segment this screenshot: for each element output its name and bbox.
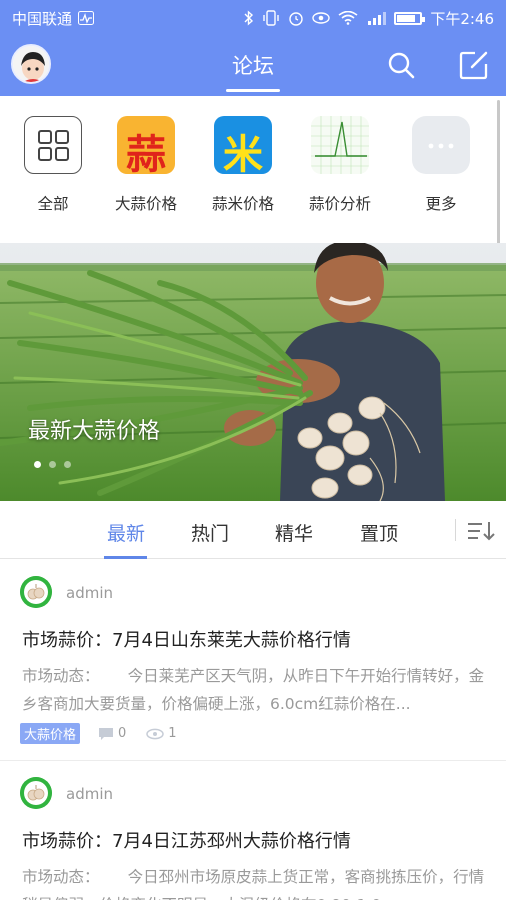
post-excerpt: 市场动态： 今日邳州市场原皮蒜上货正常，客商挑拣压价，行情稍显偏弱，价格变化不明… <box>22 868 485 900</box>
post-title[interactable]: 市场蒜价：7月4日江苏邳州大蒜价格行情 <box>22 827 351 853</box>
activity-icon <box>78 11 95 25</box>
tab-featured[interactable]: 精华 <box>264 519 324 546</box>
author-name[interactable]: admin <box>66 785 113 803</box>
tab-pinned[interactable]: 置顶 <box>349 519 409 546</box>
header-title-underline <box>226 89 280 92</box>
garlic-avatar-icon <box>20 777 52 809</box>
post-item[interactable]: admin 市场蒜价：7月4日山东莱芜大蒜价格行情 市场动态： 今日莱芜产区天气… <box>0 560 506 760</box>
category-more[interactable]: 更多 <box>396 116 486 214</box>
search-icon[interactable] <box>386 50 416 80</box>
eye-view-icon <box>146 728 165 739</box>
sort-icon[interactable] <box>464 517 496 545</box>
comment-count: 0 <box>98 726 126 741</box>
carousel-dot[interactable] <box>34 461 41 468</box>
category-bar: 全部 蒜 大蒜价格 米 蒜米价格 蒜价分析 更多 <box>0 96 506 236</box>
category-all[interactable]: 全部 <box>8 116 98 214</box>
price-chart-icon <box>311 116 369 174</box>
author-name[interactable]: admin <box>66 584 113 602</box>
wifi-icon <box>338 11 358 25</box>
banner-caption: 最新大蒜价格 <box>28 419 161 444</box>
header-title[interactable]: 论坛 <box>0 50 506 80</box>
compose-icon[interactable] <box>459 50 489 80</box>
tab-active-underline <box>104 556 147 559</box>
bluetooth-icon <box>244 10 254 26</box>
app-header: 论坛 <box>0 36 506 96</box>
category-price-analysis[interactable]: 蒜价分析 <box>295 116 385 214</box>
author-avatar[interactable] <box>20 777 52 809</box>
battery-level <box>397 14 415 22</box>
app-screen: 中国联通 下午2:46 论坛 全部 蒜 大蒜价格 米 蒜米价格 蒜价分析 更多 … <box>0 0 506 900</box>
comment-count-value: 0 <box>118 726 127 741</box>
view-count-value: 1 <box>168 726 177 741</box>
comment-icon <box>99 727 114 740</box>
eye-icon <box>312 12 331 24</box>
banner-image <box>0 243 506 501</box>
category-label: 蒜价分析 <box>308 195 371 213</box>
battery-icon <box>394 11 426 25</box>
grid-icon <box>24 116 82 174</box>
signal-icon <box>368 12 387 25</box>
status-bar: 中国联通 下午2:46 <box>0 0 506 36</box>
banner-carousel[interactable]: 最新大蒜价格 <box>0 243 506 501</box>
post-tabs: 最新 热门 精华 置顶 <box>0 501 506 559</box>
tab-latest[interactable]: 最新 <box>96 519 156 546</box>
category-label: 全部 <box>37 195 69 213</box>
vibrate-icon <box>263 10 280 26</box>
carousel-dot[interactable] <box>64 461 71 468</box>
post-meta: 大蒜价格 0 1 <box>20 723 191 744</box>
category-label: 大蒜价格 <box>114 195 177 213</box>
rice-char-icon: 米 <box>214 116 272 174</box>
garlic-avatar-icon <box>20 576 52 608</box>
rice-char-glyph: 米 <box>223 132 263 174</box>
post-item[interactable]: admin 市场蒜价：7月4日江苏邳州大蒜价格行情 市场动态： 今日邳州市场原皮… <box>0 761 506 900</box>
post-tag[interactable]: 大蒜价格 <box>20 723 81 744</box>
carrier-label: 中国联通 <box>12 9 73 28</box>
carousel-dots <box>34 461 71 468</box>
category-garlic-price[interactable]: 蒜 大蒜价格 <box>101 116 191 214</box>
view-count: 1 <box>146 726 177 741</box>
more-dots-icon <box>412 116 470 174</box>
tab-divider <box>455 519 456 541</box>
carousel-dot[interactable] <box>49 461 56 468</box>
garlic-char-icon: 蒜 <box>117 116 175 174</box>
category-garlic-rice-price[interactable]: 米 蒜米价格 <box>198 116 288 214</box>
alarm-icon <box>289 12 304 26</box>
post-excerpt: 市场动态： 今日莱芜产区天气阴，从昨日下午开始行情转好，金乡客商加大要货量，价格… <box>22 667 485 713</box>
garlic-char-glyph: 蒜 <box>126 132 166 174</box>
tab-hot[interactable]: 热门 <box>180 519 240 546</box>
post-title[interactable]: 市场蒜价：7月4日山东莱芜大蒜价格行情 <box>22 626 351 652</box>
clock-label: 下午2:46 <box>430 9 494 28</box>
category-label: 更多 <box>425 195 457 213</box>
category-label: 蒜米价格 <box>211 195 274 213</box>
author-avatar[interactable] <box>20 576 52 608</box>
